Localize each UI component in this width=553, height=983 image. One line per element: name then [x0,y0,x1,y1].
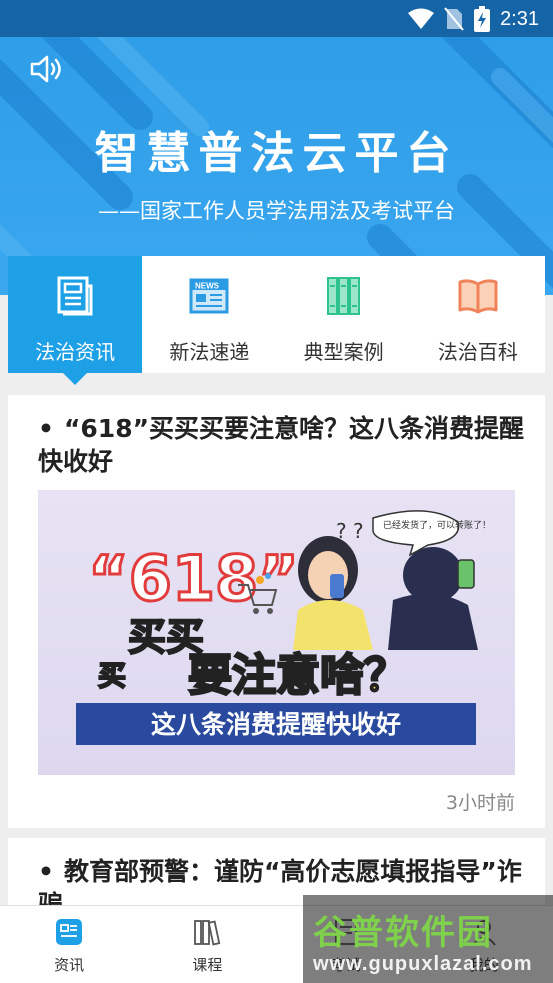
status-bar: 2:31 [0,0,553,37]
tab-label: 典型案例 [303,340,384,364]
buy-text-2: 买 [98,659,126,692]
question-marks: ? ? [336,519,364,543]
tab-new-laws[interactable]: NEWS 新法速递 [142,256,276,373]
watermark-url: www.gupuxlazal.com [313,953,533,975]
attention-text: 要注意啥？ [188,650,408,701]
news-icon [56,919,83,945]
article-time: 3小时前 [445,792,515,814]
article-title[interactable]: • “618”买买买要注意啥？这八条消费提醒快收好 [38,412,528,478]
tab-legal-news[interactable]: 法治资讯 [8,256,143,385]
watermark: 谷普软件园 www.gupuxlazal.com [303,895,553,983]
platform-subtitle: ——国家工作人员学法用法及考试平台 [98,199,455,223]
case-folders-icon [326,277,360,315]
svg-text:NEWS: NEWS [195,282,220,291]
watermark-brand: 谷普软件园 [313,913,493,953]
speaker-icon[interactable] [30,54,64,84]
scammer-figure [388,547,478,650]
books-icon [194,920,221,946]
banner-text: 这八条消费提醒快收好 [151,710,401,739]
bullet: • [38,414,54,443]
platform-title: 智慧普法云平台 [94,128,459,179]
clock: 2:31 [500,7,539,30]
nav-label: 资讯 [54,956,85,974]
bullet: • [38,857,54,886]
tab-label: 法治资讯 [35,340,116,364]
woman-figure [293,536,373,650]
open-book-icon [458,279,498,314]
tab-label: 法治百科 [437,340,518,364]
category-tabs: 法治资讯 NEWS 新法速递 典型案例 法治百科 [8,256,545,385]
tab-label: 新法速递 [169,340,250,364]
battery-charging-icon [474,6,491,32]
no-sim-icon [444,7,464,31]
article-card[interactable]: • “618”买买买要注意啥？这八条消费提醒快收好 “618” 已经发货了，可以… [8,395,545,828]
tab-typical-cases[interactable]: 典型案例 [277,256,411,373]
nav-news[interactable]: 资讯 [0,906,138,983]
article-title-text: “618”买买买要注意啥？这八条消费提醒快收好 [38,414,525,476]
news-document-icon [57,276,93,316]
nav-label: 课程 [192,956,223,974]
thumbnail-illustration: “618” 已经发货了，可以转账了！ ? ? 买买 买 要注意啥？ 这八条消费提… [76,510,491,745]
bubble-text: 已经发货了，可以转账了！ [383,519,491,531]
nav-courses[interactable]: 课程 [138,906,276,983]
article-thumbnail[interactable]: “618” 已经发货了，可以转账了！ ? ? 买买 买 要注意啥？ 这八条消费提… [38,490,515,775]
wifi-icon [408,8,435,29]
tab-legal-encyclopedia[interactable]: 法治百科 [411,256,545,373]
newspaper-icon: NEWS [189,278,229,314]
